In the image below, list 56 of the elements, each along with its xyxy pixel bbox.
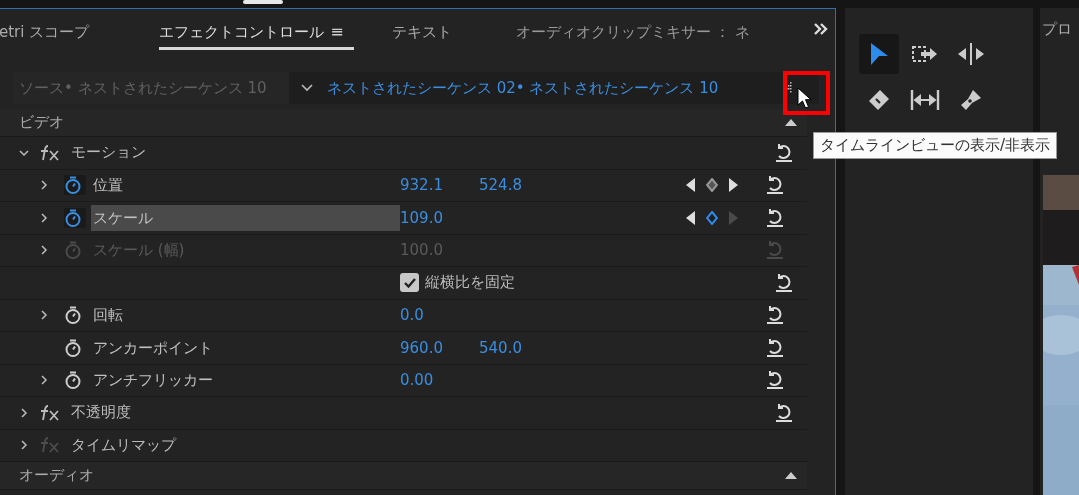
reset-icon[interactable] — [773, 272, 795, 293]
panel-tab[interactable]: テキスト — [391, 12, 452, 50]
property-value[interactable]: 109.0 — [400, 208, 479, 227]
expand-chevron-icon[interactable] — [19, 147, 29, 158]
property-value[interactable]: 540.0 — [479, 338, 558, 357]
section-title: オーディオ — [19, 466, 94, 485]
stopwatch-icon[interactable] — [64, 207, 86, 228]
property-name[interactable]: アンチフリッカー — [91, 367, 400, 394]
effect-name[interactable]: モーション — [71, 143, 146, 163]
expand-chevron-icon[interactable] — [39, 375, 49, 386]
panel-tab[interactable]: オーディオクリップミキサー ： ネ — [515, 12, 776, 50]
collapse-triangle-icon[interactable] — [785, 119, 797, 126]
previous-keyframe-icon[interactable] — [686, 210, 695, 225]
checkbox-label[interactable]: 縦横比を固定 — [425, 273, 515, 293]
expand-chevron-icon[interactable] — [19, 440, 29, 451]
sequence-clip-label: ネストされたシーケンス 02• ネストされたシーケンス 10 — [327, 78, 720, 98]
previous-keyframe-icon[interactable] — [686, 178, 695, 193]
expand-chevron-icon[interactable] — [39, 180, 49, 191]
effect-name[interactable]: 不透明度 — [71, 403, 131, 423]
panel-title[interactable]: プロ — [1042, 20, 1072, 39]
reset-icon[interactable] — [764, 370, 786, 391]
property-name[interactable]: 位置 — [91, 172, 400, 199]
expand-chevron-icon[interactable] — [39, 212, 49, 223]
property-name[interactable]: 回転 — [91, 302, 400, 329]
arrow-tool-icon[interactable] — [859, 34, 899, 74]
panel-tab[interactable]: etri スコープ — [0, 12, 90, 50]
effect-name[interactable]: タイムリマップ — [71, 435, 176, 455]
collapse-triangle-icon[interactable] — [785, 472, 797, 479]
keyframe-diamond-icon[interactable] — [706, 210, 718, 225]
dropdown-caret-icon[interactable] — [301, 84, 313, 92]
property-value[interactable]: 960.0 — [400, 338, 479, 357]
expand-chevron-icon[interactable] — [39, 310, 49, 321]
property-value[interactable]: 0.00 — [400, 371, 479, 390]
checkbox[interactable] — [400, 273, 419, 293]
panel-menu-icon[interactable]: ≡ — [330, 21, 344, 41]
property-value[interactable]: 932.1 — [400, 176, 479, 195]
section-title: ビデオ — [19, 113, 64, 132]
property-name[interactable]: スケール — [91, 204, 400, 231]
overflow-chevrons-icon[interactable] — [813, 23, 829, 35]
mouse-pointer-icon — [797, 87, 813, 109]
reset-icon[interactable] — [773, 402, 795, 423]
tooltip: タイムラインビューの表示/非表示 — [813, 132, 1058, 159]
reset-icon[interactable] — [764, 207, 786, 228]
property-value[interactable]: 0.0 — [400, 306, 479, 325]
reset-icon[interactable] — [773, 142, 795, 163]
keyframe-diamond-icon[interactable] — [706, 178, 718, 193]
stopwatch-icon[interactable] — [64, 175, 86, 196]
reset-icon[interactable] — [764, 305, 786, 326]
reset-icon[interactable] — [764, 175, 786, 196]
property-name[interactable]: アンカーポイント — [91, 334, 400, 361]
property-value[interactable]: 524.8 — [479, 176, 558, 195]
expand-chevron-icon[interactable] — [19, 407, 29, 418]
panel-drag-handle[interactable] — [243, 0, 283, 4]
highlight-frame — [783, 71, 830, 115]
next-keyframe-icon[interactable] — [729, 178, 738, 193]
reset-icon[interactable] — [764, 337, 786, 358]
